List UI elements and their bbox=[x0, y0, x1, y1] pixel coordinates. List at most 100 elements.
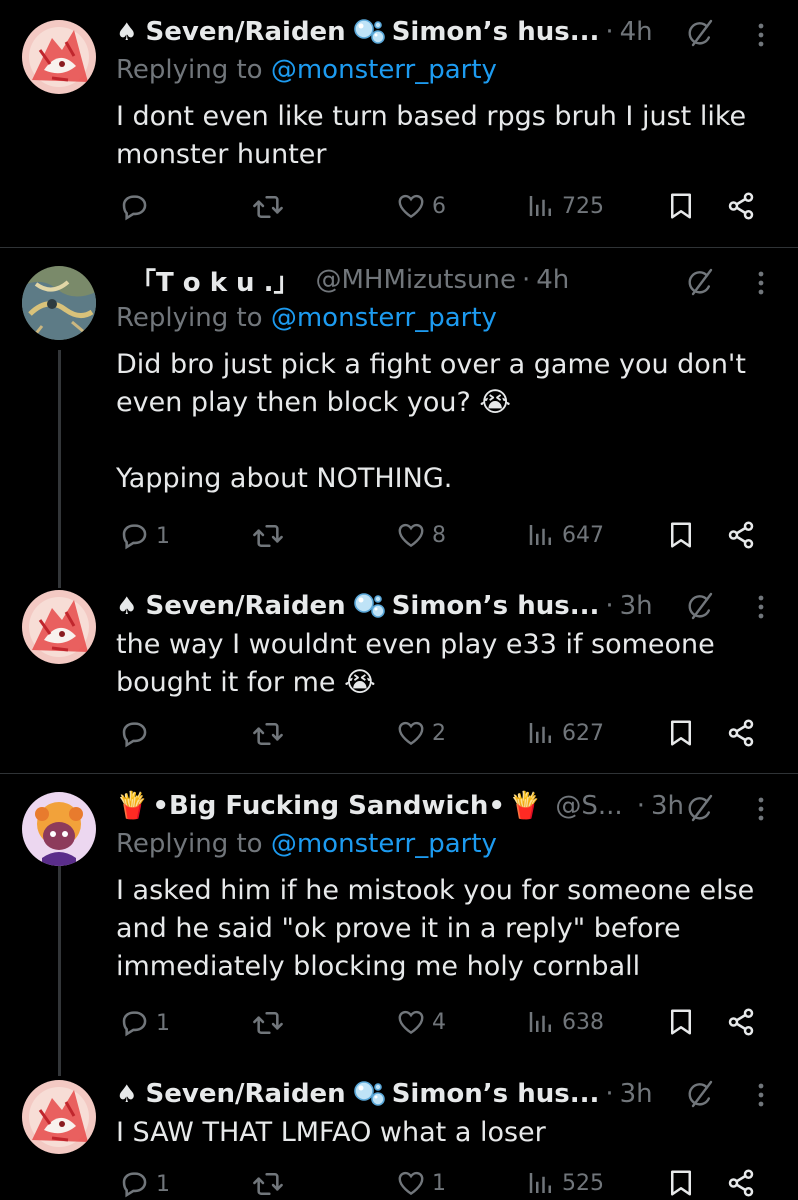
bookmark-icon bbox=[666, 520, 696, 550]
views-icon bbox=[526, 520, 556, 550]
reply-button[interactable]: 1 bbox=[118, 1168, 170, 1200]
timestamp[interactable]: 4h bbox=[620, 17, 653, 47]
display-name[interactable]: Seven/Raiden bbox=[146, 1079, 346, 1109]
tweet[interactable]: 🍟 •Big Fucking Sandwich• 🍟 @S... · 3h Re… bbox=[0, 774, 798, 1074]
separator-dot: · bbox=[605, 1079, 614, 1109]
reply-icon bbox=[118, 191, 150, 223]
reply-count: 1 bbox=[156, 1171, 170, 1197]
avatar[interactable] bbox=[22, 792, 96, 866]
replying-to-label: Replying to bbox=[116, 55, 263, 85]
like-button[interactable]: 4 bbox=[396, 1007, 446, 1037]
retweet-button[interactable] bbox=[252, 191, 290, 223]
timestamp[interactable]: 3h bbox=[620, 1079, 653, 1109]
bookmark-icon bbox=[666, 191, 696, 221]
views-button[interactable]: 725 bbox=[526, 191, 604, 221]
like-count: 6 bbox=[432, 193, 446, 219]
more-icon[interactable] bbox=[754, 794, 768, 824]
display-name[interactable]: Seven/Raiden bbox=[146, 591, 346, 621]
avatar[interactable] bbox=[22, 1080, 96, 1154]
reply-button[interactable] bbox=[118, 718, 156, 750]
mention-link[interactable]: @monsterr_party bbox=[271, 829, 497, 859]
bookmark-button[interactable] bbox=[666, 1168, 696, 1198]
bookmark-button[interactable] bbox=[666, 1007, 696, 1037]
share-button[interactable] bbox=[726, 718, 756, 748]
fries-emoji-icon: 🍟 bbox=[509, 791, 542, 821]
separator-dot: · bbox=[605, 591, 614, 621]
views-icon bbox=[526, 191, 556, 221]
bookmark-button[interactable] bbox=[666, 718, 696, 748]
reply-icon bbox=[118, 718, 150, 750]
display-name-suffix[interactable]: Simon’s hus... bbox=[392, 1079, 600, 1109]
retweet-button[interactable] bbox=[252, 520, 290, 552]
reply-button[interactable] bbox=[118, 191, 156, 223]
more-icon[interactable] bbox=[754, 20, 768, 50]
display-name-suffix[interactable]: Simon’s hus... bbox=[392, 17, 600, 47]
display-name-suffix[interactable]: Simon’s hus... bbox=[392, 591, 600, 621]
display-name[interactable]: 「T o k u .」 bbox=[130, 262, 299, 299]
tweet-text: I SAW THAT LMFAO what a loser bbox=[116, 1114, 776, 1152]
like-button[interactable]: 8 bbox=[396, 520, 446, 550]
tweet-text-line: the way I wouldnt even play e33 if someo… bbox=[116, 629, 715, 660]
views-button[interactable]: 647 bbox=[526, 520, 604, 550]
grok-icon[interactable] bbox=[684, 792, 716, 824]
share-button[interactable] bbox=[726, 1168, 756, 1198]
retweet-button[interactable] bbox=[252, 1168, 290, 1200]
retweet-icon bbox=[252, 1007, 284, 1039]
bookmark-button[interactable] bbox=[666, 520, 696, 550]
views-button[interactable]: 627 bbox=[526, 718, 604, 748]
display-name[interactable]: Seven/Raiden bbox=[146, 17, 346, 47]
more-icon[interactable] bbox=[754, 1080, 768, 1110]
view-count: 638 bbox=[562, 1009, 604, 1035]
spade-icon: ♠ bbox=[116, 1080, 138, 1108]
tweet-header: ♠ Seven/Raiden Simon’s hus... · 3h bbox=[116, 1076, 653, 1112]
share-button[interactable] bbox=[726, 1007, 756, 1037]
bubbles-emoji-icon bbox=[352, 17, 386, 47]
avatar[interactable] bbox=[22, 266, 96, 340]
reply-icon bbox=[118, 1007, 150, 1039]
separator-dot: · bbox=[636, 791, 645, 821]
mention-link[interactable]: @monsterr_party bbox=[271, 55, 497, 85]
grok-icon[interactable] bbox=[684, 1078, 716, 1110]
handle[interactable]: @S... bbox=[555, 791, 622, 821]
retweet-button[interactable] bbox=[252, 1007, 290, 1039]
views-button[interactable]: 638 bbox=[526, 1007, 604, 1037]
reply-count: 1 bbox=[156, 523, 170, 549]
share-button[interactable] bbox=[726, 520, 756, 550]
tweet-text: the way I wouldnt even play e33 if someo… bbox=[116, 626, 776, 702]
tweet-text: Did bro just pick a fight over a game yo… bbox=[116, 346, 776, 498]
display-name[interactable]: •Big Fucking Sandwich• bbox=[152, 791, 505, 821]
tweet-text-line: I asked him if he mistook you for someon… bbox=[116, 875, 755, 906]
like-button[interactable]: 2 bbox=[396, 718, 446, 748]
reply-button[interactable]: 1 bbox=[118, 520, 170, 552]
tweet-text: I dont even like turn based rpgs bruh I … bbox=[116, 98, 776, 174]
view-count: 525 bbox=[562, 1170, 604, 1196]
views-button[interactable]: 525 bbox=[526, 1168, 604, 1198]
grok-icon[interactable] bbox=[684, 17, 716, 49]
bookmark-icon bbox=[666, 1007, 696, 1037]
avatar[interactable] bbox=[22, 20, 96, 94]
more-icon[interactable] bbox=[754, 592, 768, 622]
like-button[interactable]: 6 bbox=[396, 191, 446, 221]
more-icon[interactable] bbox=[754, 268, 768, 298]
heart-icon bbox=[396, 191, 426, 221]
timestamp[interactable]: 3h bbox=[651, 791, 684, 821]
avatar[interactable] bbox=[22, 590, 96, 664]
bookmark-button[interactable] bbox=[666, 191, 696, 221]
timestamp[interactable]: 4h bbox=[536, 265, 569, 295]
action-bar: 1 1 525 bbox=[0, 1168, 798, 1200]
handle[interactable]: @MHMizutsune bbox=[315, 265, 515, 295]
retweet-button[interactable] bbox=[252, 718, 290, 750]
tweet[interactable]: ♠ Seven/Raiden Simon’s hus... · 3h I SAW… bbox=[0, 1070, 798, 1200]
share-button[interactable] bbox=[726, 191, 756, 221]
timestamp[interactable]: 3h bbox=[620, 591, 653, 621]
grok-icon[interactable] bbox=[684, 590, 716, 622]
separator-dot: · bbox=[605, 17, 614, 47]
tweet[interactable]: ♠ Seven/Raiden Simon’s hus... · 3h the w… bbox=[0, 580, 798, 773]
mention-link[interactable]: @monsterr_party bbox=[271, 303, 497, 333]
tweet-text-line: Did bro just pick a fight over a game yo… bbox=[116, 349, 746, 380]
tweet[interactable]: 「T o k u .」 @MHMizutsune · 4h Replying t… bbox=[0, 248, 798, 568]
grok-icon[interactable] bbox=[684, 266, 716, 298]
tweet[interactable]: ♠ Seven/Raiden Simon’s hus... · 4h Reply… bbox=[0, 0, 798, 247]
like-button[interactable]: 1 bbox=[396, 1168, 446, 1198]
reply-button[interactable]: 1 bbox=[118, 1007, 170, 1039]
